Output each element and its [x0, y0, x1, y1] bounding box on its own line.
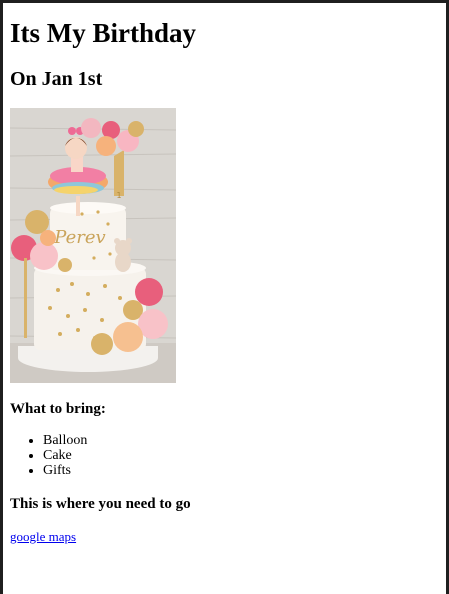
google-maps-link[interactable]: google maps — [10, 529, 76, 545]
list-item: Gifts — [43, 463, 87, 478]
bring-list: Balloon Cake Gifts — [10, 433, 87, 478]
what-to-bring-heading: What to bring: — [10, 401, 106, 417]
birthday-cake-photo: Perev 1 — [10, 108, 176, 383]
window-left-border — [0, 0, 3, 594]
directions-heading: This is where you need to go — [10, 496, 191, 512]
page-subtitle: On Jan 1st — [10, 68, 103, 90]
list-item: Balloon — [43, 433, 87, 448]
list-item: Cake — [43, 448, 87, 463]
cake-topper-text: Perev — [53, 227, 105, 248]
window-top-border — [0, 0, 449, 3]
candle-number: 1 — [116, 191, 121, 200]
page-title: Its My Birthday — [10, 18, 197, 48]
